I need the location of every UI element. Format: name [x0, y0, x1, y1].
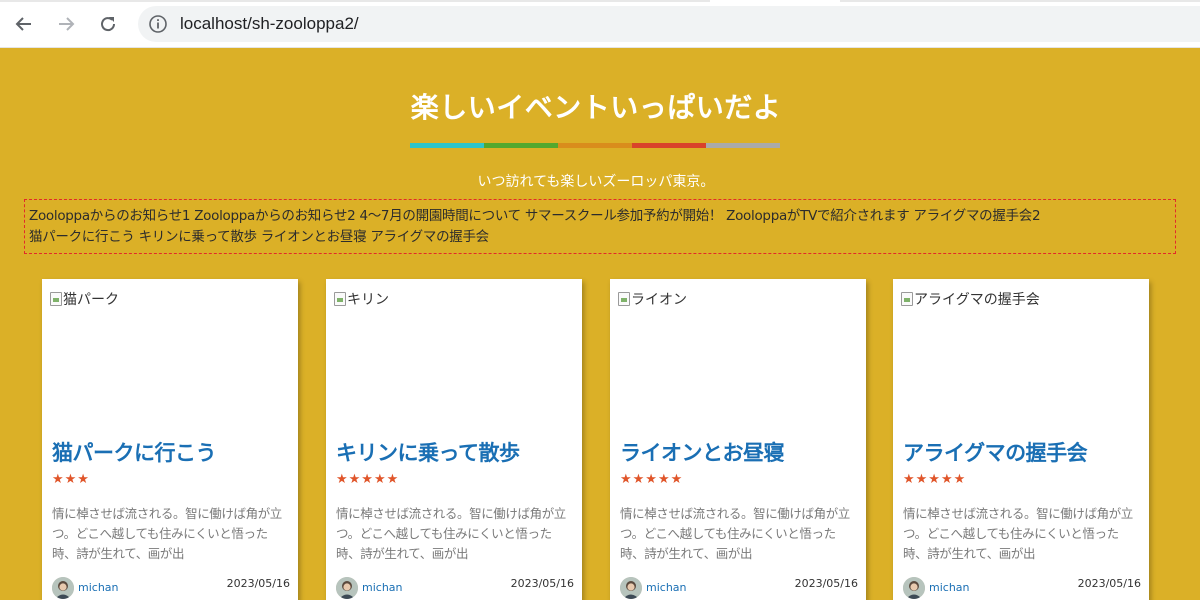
reload-button[interactable]	[94, 10, 122, 38]
author-avatar	[903, 577, 925, 599]
card-image-alt: アライグマの握手会	[914, 292, 1040, 308]
card-image-alt: ライオン	[631, 292, 687, 308]
card-excerpt: 情に棹させば流される。智に働けば角が立つ。どこへ越しても住みにくいと悟った時、詩…	[52, 506, 282, 561]
broken-image-icon	[618, 292, 630, 306]
card-image[interactable]: キリン	[334, 289, 389, 309]
news-list: Zooloppaからのお知らせ1 Zooloppaからのお知らせ2 4〜7月の開…	[24, 199, 1176, 254]
card-image-alt: 猫パーク	[63, 292, 119, 308]
url-text[interactable]: localhost/sh-zooloppa2/	[180, 14, 359, 34]
news-link[interactable]: Zooloppaからのお知らせ1	[29, 208, 191, 224]
card-image-alt: キリン	[347, 292, 389, 308]
divider-segment	[632, 143, 706, 148]
star-rating: ★★★	[52, 472, 90, 487]
event-card: アライグマの握手会 アライグマの握手会 ★★★★★ 情に棹させば流される。智に働…	[893, 279, 1149, 600]
browser-toolbar: localhost/sh-zooloppa2/	[0, 0, 1200, 48]
post-date: 2023/05/16	[794, 577, 858, 590]
news-link[interactable]: サマースクール参加予約が開始！	[525, 208, 723, 224]
arrow-left-icon	[15, 17, 31, 31]
card-excerpt: 情に棹させば流される。智に働けば角が立つ。どこへ越しても住みにくいと悟った時、詩…	[620, 506, 850, 561]
news-link[interactable]: 4〜7月の開園時間について	[359, 208, 521, 224]
title-divider	[410, 143, 780, 148]
card-title[interactable]: ライオンとお昼寝	[620, 437, 785, 467]
tab-strip-edge	[0, 0, 1200, 2]
author-name[interactable]: michan	[929, 581, 970, 594]
card-excerpt: 情に棹させば流される。智に働けば角が立つ。どこへ越しても住みにくいと悟った時、詩…	[336, 506, 566, 561]
page-title: 楽しいイベントいっぱいだよ	[410, 91, 782, 124]
info-icon[interactable]	[148, 14, 168, 34]
reload-icon	[101, 17, 116, 32]
card-image[interactable]: アライグマの握手会	[901, 289, 1040, 309]
news-link[interactable]: キリンに乗って散歩	[139, 229, 257, 245]
event-card: ライオン ライオンとお昼寝 ★★★★★ 情に棹させば流される。智に働けば角が立つ…	[610, 279, 866, 600]
event-card: 猫パーク 猫パークに行こう ★★★ 情に棹させば流される。智に働けば角が立つ。ど…	[42, 279, 298, 600]
news-link[interactable]: ライオンとお昼寝	[261, 229, 367, 245]
event-card: キリン キリンに乗って散歩 ★★★★★ 情に棹させば流される。智に働けば角が立つ…	[326, 279, 582, 600]
news-link[interactable]: ZooloppaがTVで紹介されます	[726, 208, 910, 224]
page-subtitle: いつ訪れても楽しいズーロッパ東京。	[477, 174, 715, 190]
divider-segment	[706, 143, 780, 148]
card-title[interactable]: アライグマの握手会	[903, 437, 1088, 467]
broken-image-icon	[334, 292, 346, 306]
author-avatar	[336, 577, 358, 599]
card-title[interactable]: 猫パークに行こう	[52, 437, 217, 467]
star-rating: ★★★★★	[336, 472, 400, 487]
forward-button[interactable]	[52, 10, 80, 38]
divider-segment	[484, 143, 558, 148]
back-button[interactable]	[10, 10, 38, 38]
post-date: 2023/05/16	[1077, 577, 1141, 590]
card-title[interactable]: キリンに乗って散歩	[336, 437, 520, 467]
card-image[interactable]: 猫パーク	[50, 289, 119, 309]
author-name[interactable]: michan	[646, 581, 687, 594]
author-name[interactable]: michan	[78, 581, 119, 594]
post-date: 2023/05/16	[226, 577, 290, 590]
author-avatar	[52, 577, 74, 599]
author-name[interactable]: michan	[362, 581, 403, 594]
divider-segment	[410, 143, 484, 148]
news-link[interactable]: 猫パークに行こう	[29, 229, 135, 245]
star-rating: ★★★★★	[620, 472, 684, 487]
star-rating: ★★★★★	[903, 472, 967, 487]
address-bar[interactable]: localhost/sh-zooloppa2/	[138, 6, 1200, 42]
card-image[interactable]: ライオン	[618, 289, 687, 309]
arrow-right-icon	[59, 17, 75, 31]
news-link[interactable]: アライグマの握手会2	[913, 208, 1040, 224]
post-date: 2023/05/16	[510, 577, 574, 590]
card-excerpt: 情に棹させば流される。智に働けば角が立つ。どこへ越しても住みにくいと悟った時、詩…	[903, 506, 1133, 561]
broken-image-icon	[901, 292, 913, 306]
news-link[interactable]: アライグマの握手会	[370, 229, 489, 245]
divider-segment	[558, 143, 632, 148]
broken-image-icon	[50, 292, 62, 306]
news-link[interactable]: Zooloppaからのお知らせ2	[194, 208, 356, 224]
author-avatar	[620, 577, 642, 599]
